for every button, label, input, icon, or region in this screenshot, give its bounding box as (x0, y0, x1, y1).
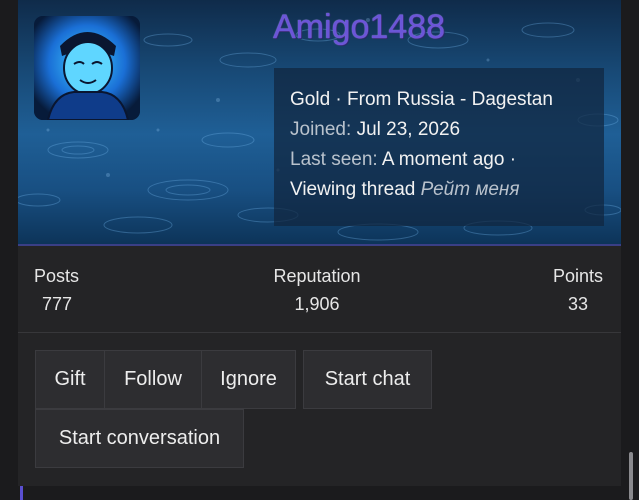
activity-text: Viewing thread (290, 179, 416, 200)
follow-button[interactable]: Follow (104, 350, 202, 409)
joined-row: Joined: Jul 23, 2026 (290, 115, 604, 145)
profile-stats: Posts 777 Reputation 1,906 Points 33 (18, 262, 621, 333)
accent-divider (20, 486, 23, 500)
start-conversation-button[interactable]: Start conversation (35, 409, 244, 468)
rank-location-row: Gold · From Russia - Dagestan (290, 85, 604, 115)
joined-date: Jul 23, 2026 (356, 119, 461, 140)
last-seen-row: Last seen: A moment ago · (290, 145, 604, 175)
ignore-button[interactable]: Ignore (201, 350, 296, 409)
activity-row: Viewing thread Рейт меня (290, 175, 604, 205)
posts-value: 777 (42, 294, 73, 314)
stat-reputation[interactable]: Reputation 1,906 (268, 262, 366, 318)
last-seen-label: Last seen: (290, 149, 378, 170)
stat-posts[interactable]: Posts 777 (34, 262, 79, 318)
posts-label: Posts (34, 266, 80, 286)
joined-label: Joined: (290, 119, 352, 140)
separator: · (335, 89, 342, 110)
stat-points[interactable]: Points 33 (553, 262, 603, 318)
profile-info-panel: Gold · From Russia - Dagestan Joined: Ju… (274, 68, 604, 226)
reputation-value: 1,906 (294, 294, 340, 314)
activity-thread-link[interactable]: Рейт меня (421, 179, 520, 200)
start-chat-button[interactable]: Start chat (303, 350, 432, 409)
profile-page: Amigo1488 Gold · From Russia - Dagestan … (0, 0, 639, 500)
gift-button[interactable]: Gift (35, 350, 105, 409)
user-avatar[interactable] (34, 16, 140, 120)
points-label: Points (552, 266, 603, 286)
separator: · (509, 149, 517, 170)
scrollbar-thumb[interactable] (629, 452, 633, 500)
last-seen-value: A moment ago (381, 149, 505, 170)
points-value: 33 (567, 294, 588, 314)
profile-card: Amigo1488 Gold · From Russia - Dagestan … (18, 0, 621, 486)
user-rank: Gold (290, 89, 331, 110)
user-location: From Russia - Dagestan (347, 89, 553, 110)
avatar-image (34, 16, 140, 120)
profile-cover-banner: Amigo1488 Gold · From Russia - Dagestan … (18, 0, 621, 246)
reputation-label: Reputation (273, 266, 361, 286)
username[interactable]: Amigo1488 (273, 8, 445, 47)
